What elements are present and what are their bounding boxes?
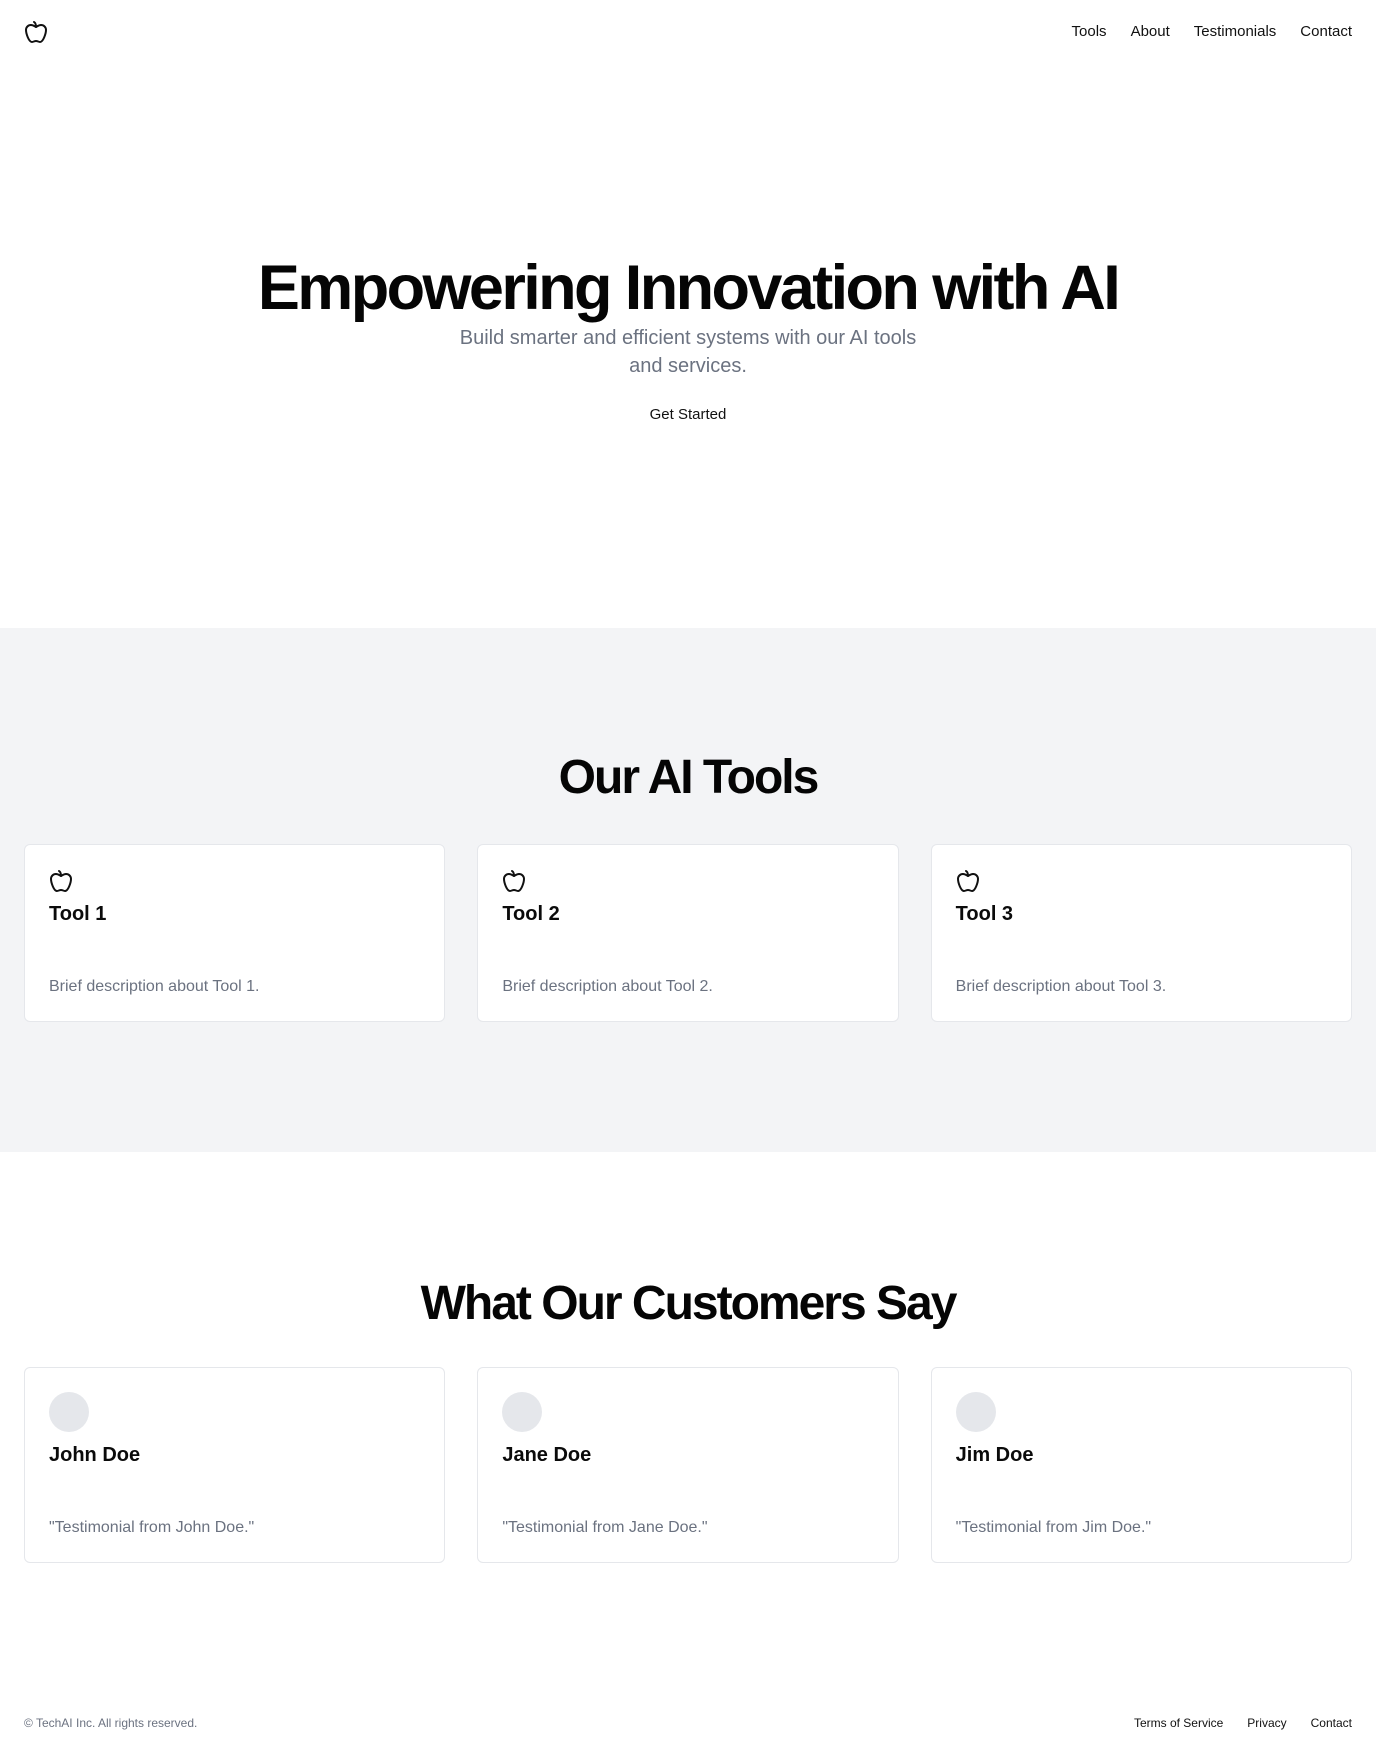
apple-logo-icon[interactable]	[24, 20, 48, 44]
apple-icon	[956, 869, 980, 893]
customer-name: Jane Doe	[502, 1444, 592, 1466]
tool-card: Tool 3 Brief description about Tool 3.	[930, 844, 1352, 1022]
apple-icon	[49, 869, 73, 893]
tool-card: Tool 1 Brief description about Tool 1.	[24, 844, 446, 1022]
testimonial-quote: "Testimonial from Jim Doe."	[955, 1519, 1152, 1536]
main-nav: Tools About Testimonials Contact	[1072, 22, 1352, 42]
testimonial-card: Jane Doe "Testimonial from Jane Doe."	[477, 1367, 899, 1563]
customer-name: John Doe	[49, 1444, 141, 1466]
tool-description: Brief description about Tool 2.	[502, 978, 713, 995]
apple-icon	[502, 869, 526, 893]
site-header: Tools About Testimonials Contact	[0, 0, 1376, 64]
tool-name: Tool 2	[502, 903, 560, 925]
tool-name: Tool 1	[49, 903, 107, 925]
hero-subtitle: Build smarter and efficient systems with…	[459, 327, 917, 377]
testimonial-card: John Doe "Testimonial from John Doe."	[24, 1367, 446, 1563]
testimonial-card-list: John Doe "Testimonial from John Doe." Ja…	[24, 1367, 1352, 1563]
footer-link-terms[interactable]: Terms of Service	[1134, 1715, 1223, 1731]
avatar	[49, 1392, 89, 1432]
tools-section: Our AI Tools Tool 1 Brief description ab…	[0, 628, 1376, 1152]
tools-card-list: Tool 1 Brief description about Tool 1. T…	[24, 844, 1352, 1022]
testimonial-quote: "Testimonial from Jane Doe."	[502, 1519, 708, 1536]
customer-name: Jim Doe	[955, 1444, 1034, 1466]
tool-name: Tool 3	[955, 903, 1014, 925]
hero-title: Empowering Innovation with AI	[257, 253, 1121, 323]
avatar	[955, 1392, 996, 1432]
tool-description: Brief description about Tool 1.	[49, 978, 260, 995]
testimonials-section-title: What Our Customers Say	[420, 1277, 958, 1330]
page: Tools About Testimonials Contact Empower…	[0, 0, 1376, 1756]
testimonials-section: What Our Customers Say John Doe "Testimo…	[0, 1152, 1376, 1672]
nav-link-tools[interactable]: Tools	[1072, 22, 1107, 42]
testimonial-card: Jim Doe "Testimonial from Jim Doe."	[930, 1367, 1352, 1563]
get-started-button[interactable]: Get Started	[650, 405, 727, 425]
footer-link-contact[interactable]: Contact	[1311, 1715, 1352, 1731]
hero-section: Empowering Innovation with AI Build smar…	[0, 64, 1376, 628]
tool-card: Tool 2 Brief description about Tool 2.	[477, 844, 899, 1022]
tools-section-title: Our AI Tools	[558, 751, 820, 804]
footer-link-privacy[interactable]: Privacy	[1247, 1715, 1286, 1731]
nav-link-testimonials[interactable]: Testimonials	[1194, 22, 1277, 42]
testimonial-quote: "Testimonial from John Doe."	[49, 1519, 255, 1536]
footer-nav: Terms of Service Privacy Contact	[1134, 1715, 1352, 1731]
tool-description: Brief description about Tool 3.	[955, 978, 1167, 995]
avatar	[502, 1392, 543, 1432]
nav-link-contact[interactable]: Contact	[1300, 22, 1352, 42]
nav-link-about[interactable]: About	[1131, 22, 1170, 42]
copyright-text: © TechAI Inc. All rights reserved.	[24, 1716, 198, 1730]
site-footer: © TechAI Inc. All rights reserved. Terms…	[0, 1700, 1376, 1756]
